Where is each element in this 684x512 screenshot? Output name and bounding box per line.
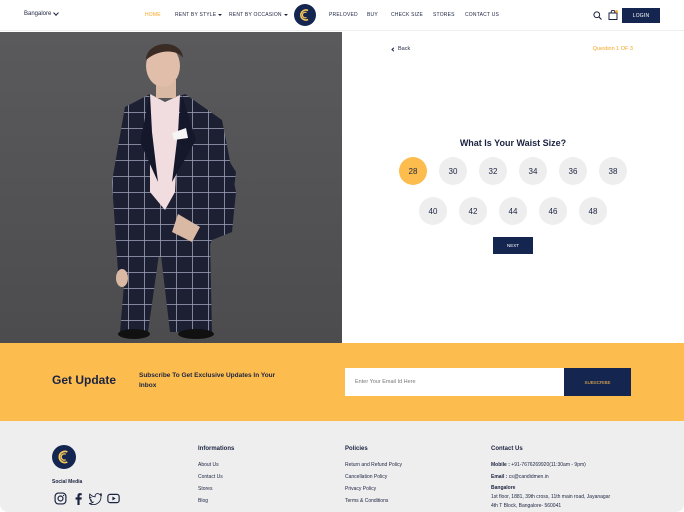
nav-contact-us[interactable]: CONTACT US (465, 12, 499, 18)
size-option-44[interactable]: 44 (499, 197, 527, 225)
policies-title: Policies (345, 446, 368, 452)
search-icon[interactable] (593, 11, 602, 20)
size-option-36[interactable]: 36 (559, 157, 587, 185)
logo-mark-icon (300, 9, 309, 21)
size-quiz-panel: Back Question 1 OF 3 What Is Your Waist … (342, 32, 684, 343)
question-counter: Question 1 OF 3 (592, 46, 633, 52)
footer-link-contact-us[interactable]: Contact Us (198, 474, 223, 480)
size-option-28[interactable]: 28 (399, 157, 427, 185)
chevron-left-icon (391, 46, 396, 52)
nav-check-size[interactable]: CHECK SIZE (391, 12, 423, 18)
contact-address-line-2: 4th T Block, Bangalore- 560041 (491, 503, 562, 509)
shopping-bag-icon[interactable] (608, 10, 618, 20)
instagram-icon[interactable] (54, 492, 67, 505)
newsletter-band: Get Update Subscribe To Get Exclusive Up… (0, 343, 684, 421)
footer-link-terms[interactable]: Terms & Conditions (345, 498, 388, 504)
page: Bangalore HOME RENT BY STYLE RENT BY OCC… (0, 0, 684, 512)
footer-link-stores[interactable]: Stores (198, 486, 212, 492)
caret-down-icon (283, 13, 288, 16)
contact-email: Email : cs@candidmen.in (491, 474, 549, 480)
nav-buy[interactable]: BUY (367, 12, 378, 18)
size-option-42[interactable]: 42 (459, 197, 487, 225)
footer-link-privacy-policy[interactable]: Privacy Policy (345, 486, 376, 492)
social-media-label: Social Media (52, 479, 83, 485)
subscribe-button[interactable]: SUBSCRIBE (564, 368, 631, 396)
nav-rent-by-style[interactable]: RENT BY STYLE (175, 12, 223, 18)
size-option-34[interactable]: 34 (519, 157, 547, 185)
question-title: What Is Your Waist Size? (459, 138, 567, 148)
size-option-38[interactable]: 38 (599, 157, 627, 185)
nav-rent-by-occasion[interactable]: RENT BY OCCASION (229, 12, 288, 18)
size-option-48[interactable]: 48 (579, 197, 607, 225)
logo-mark-icon (58, 450, 68, 464)
footer-link-blog[interactable]: Blog (198, 498, 208, 504)
size-option-40[interactable]: 40 (419, 197, 447, 225)
footer-logo[interactable] (52, 445, 76, 469)
caret-down-icon (218, 13, 223, 16)
chevron-down-icon (53, 10, 60, 16)
facebook-icon[interactable] (72, 492, 85, 505)
newsletter-subtitle: Subscribe To Get Exclusive Updates In Yo… (139, 372, 276, 389)
city-selector[interactable]: Bangalore (24, 10, 60, 17)
city-label: Bangalore (24, 11, 52, 17)
twitter-icon[interactable] (89, 492, 102, 505)
footer-link-about-us[interactable]: About Us (198, 462, 219, 468)
contact-title: Contact Us (491, 446, 523, 452)
hero-model-image (0, 32, 342, 343)
model-illustration (112, 43, 236, 339)
nav-preloved[interactable]: PRELOVED (329, 12, 358, 18)
size-option-46[interactable]: 46 (539, 197, 567, 225)
newsletter-title: Get Update (52, 373, 117, 387)
size-option-32[interactable]: 32 (479, 157, 507, 185)
contact-city: Bangalore (491, 485, 516, 491)
login-button[interactable]: LOGIN (622, 8, 660, 23)
nav-home[interactable]: HOME (145, 12, 161, 18)
site-header: Bangalore HOME RENT BY STYLE RENT BY OCC… (0, 0, 684, 31)
youtube-icon[interactable] (107, 492, 120, 505)
footer-link-refund-policy[interactable]: Return and Refund Policy (345, 462, 402, 468)
informations-title: Informations (198, 446, 235, 452)
site-footer: Social Media Informations About Us Conta… (0, 421, 684, 512)
next-button[interactable]: NEXT (493, 237, 533, 254)
size-option-30[interactable]: 30 (439, 157, 467, 185)
brand-logo[interactable] (294, 4, 316, 26)
nav-stores[interactable]: STORES (433, 12, 455, 18)
back-button[interactable]: Back (391, 46, 410, 52)
footer-link-cancellation-policy[interactable]: Cancellation Policy (345, 474, 387, 480)
contact-mobile: Mobile : +91-7676269920(11:30am - 9pm) (491, 462, 586, 468)
contact-address-line-1: 1st floor, 1881, 39th cross, 11th main r… (491, 494, 611, 500)
email-input[interactable] (345, 368, 564, 396)
